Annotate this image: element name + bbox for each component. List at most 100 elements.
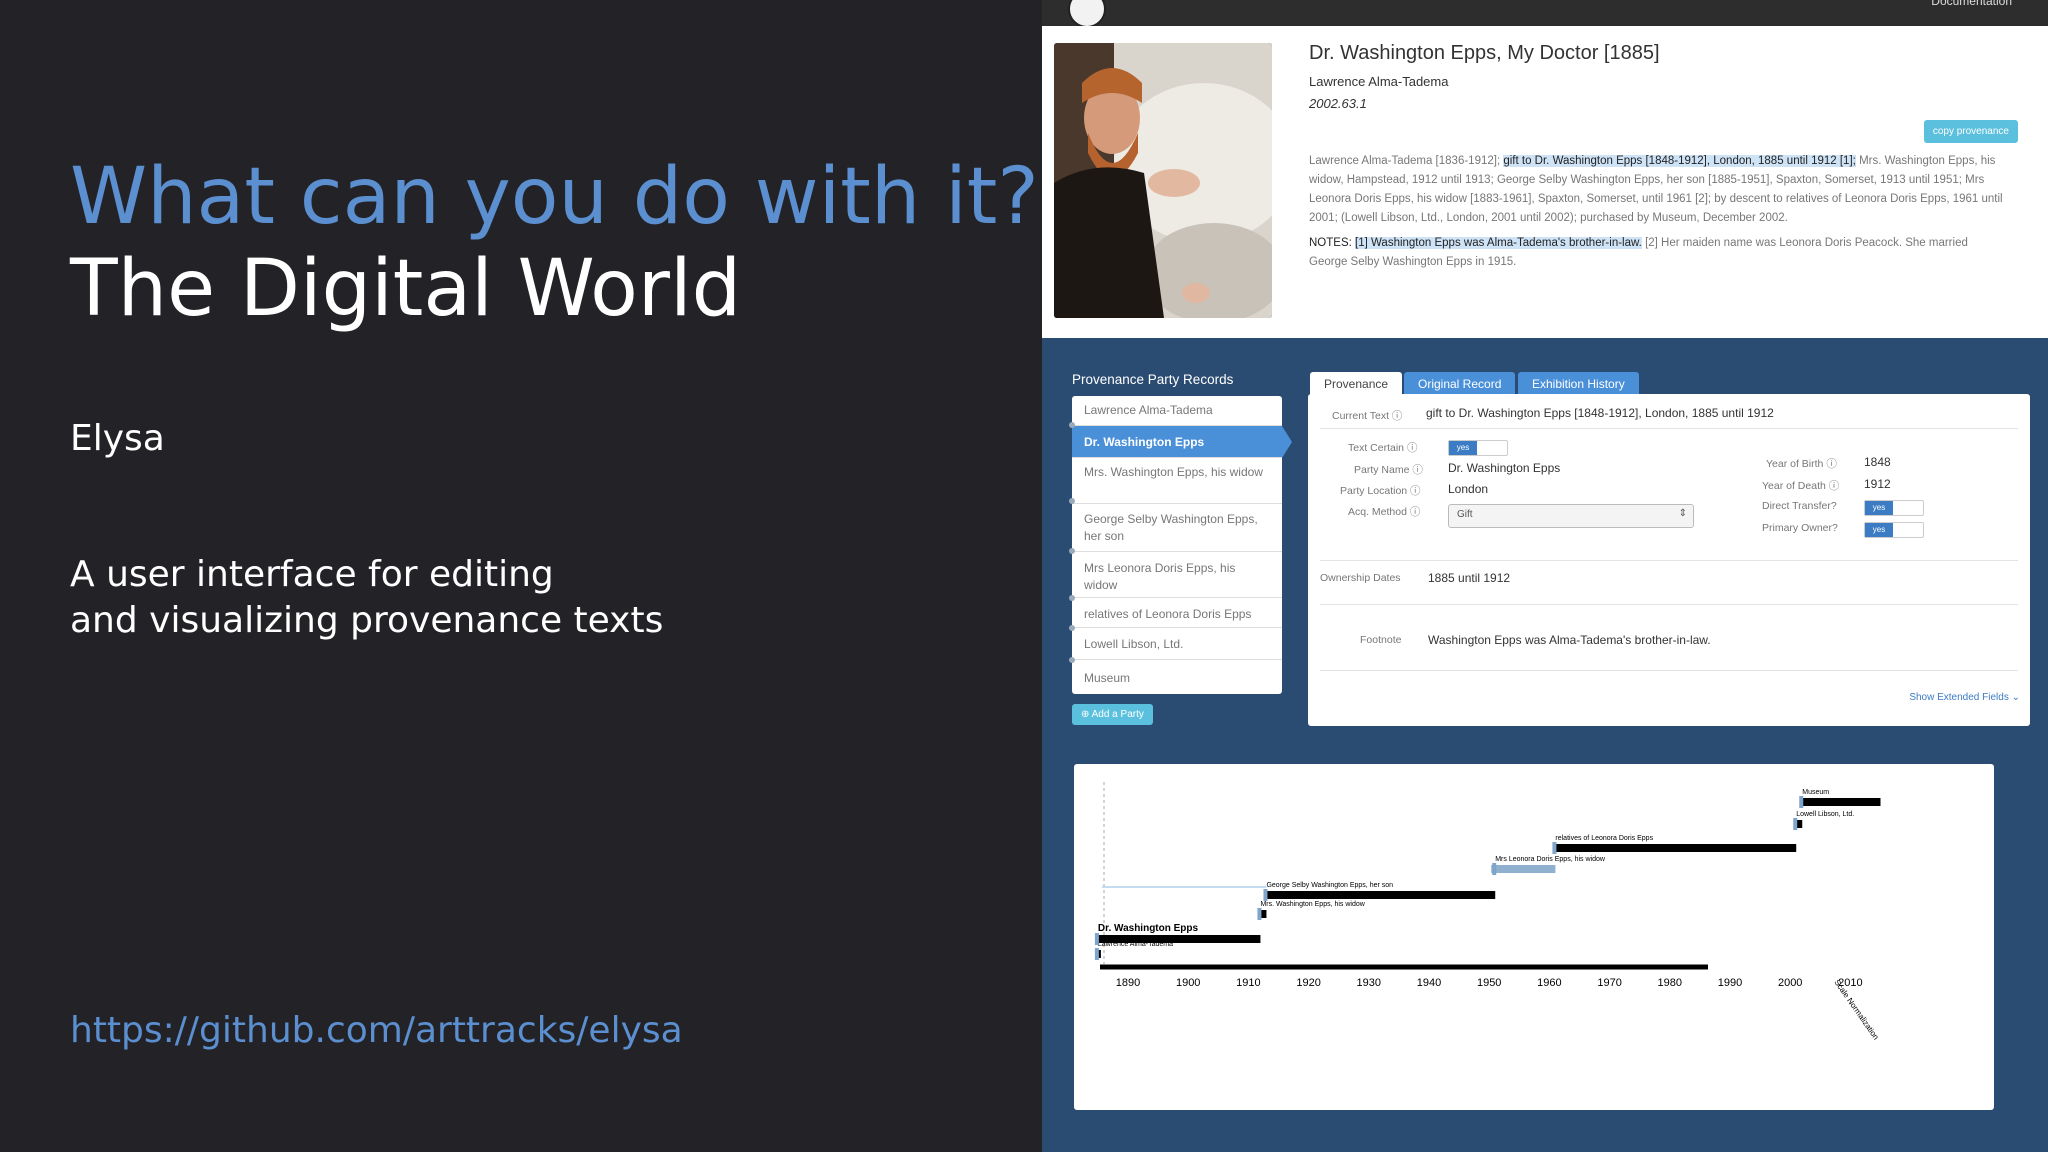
connector-dot xyxy=(1069,595,1075,601)
party-item[interactable]: Mrs Leonora Doris Epps, his widow xyxy=(1072,552,1282,598)
party-item-label: Museum xyxy=(1084,671,1131,685)
app-screenshot: Documentation Dr. Washington Epps, My Do… xyxy=(1042,0,2048,1152)
party-item-active[interactable]: Dr. Washington Epps xyxy=(1072,426,1292,458)
timeline-marker xyxy=(1094,948,1099,960)
provenance-notes: NOTES: [1] Washington Epps was Alma-Tade… xyxy=(1309,234,2009,272)
timeline-marker xyxy=(1799,796,1804,808)
ownership-dates-value[interactable]: 1885 until 1912 xyxy=(1428,571,1510,585)
timeline-bar xyxy=(1555,844,1797,852)
timeline-bar-label: George Selby Washington Epps, her son xyxy=(1266,882,1393,889)
party-location-label: Party Location ⓘ xyxy=(1340,485,1421,497)
timeline-marker xyxy=(1094,933,1099,945)
toggle-on: yes xyxy=(1449,441,1477,455)
tab-exhibition-history[interactable]: Exhibition History xyxy=(1518,372,1639,396)
divider xyxy=(1320,670,2018,671)
slide-title: The Digital World xyxy=(70,244,742,334)
select-caret-icon: ⇕ xyxy=(1678,508,1687,519)
provenance-form: Current Text ⓘ gift to Dr. Washington Ep… xyxy=(1308,394,2030,726)
timeline-year-label: 2000 xyxy=(1778,977,1802,989)
github-link[interactable]: https://github.com/arttracks/elysa xyxy=(70,1010,683,1051)
year-death-value[interactable]: 1912 xyxy=(1864,477,1891,491)
copy-provenance-button[interactable]: copy provenance xyxy=(1923,120,2018,143)
timeline-year-label: 1940 xyxy=(1417,977,1441,989)
toggle-on: yes xyxy=(1865,501,1893,515)
slide-question-heading: What can you do with it? xyxy=(70,152,1039,242)
timeline-year-label: 1960 xyxy=(1537,977,1561,989)
project-name: Elysa xyxy=(70,418,165,459)
party-name-value[interactable]: Dr. Washington Epps xyxy=(1448,461,1560,475)
chevron-down-icon: ⌄ xyxy=(2011,692,2020,703)
artwork-title: Dr. Washington Epps, My Doctor [1885] xyxy=(1309,42,1660,64)
artwork-header: Dr. Washington Epps, My Doctor [1885] La… xyxy=(1042,26,2048,338)
footnote-value[interactable]: Washington Epps was Alma-Tadema's brothe… xyxy=(1428,633,1711,647)
timeline-bar xyxy=(1266,891,1496,899)
connector-dot xyxy=(1069,548,1075,554)
notes-highlight[interactable]: [1] Washington Epps was Alma-Tadema's br… xyxy=(1355,237,1642,249)
app-logo-icon[interactable] xyxy=(1068,0,1106,28)
timeline-year-label: 1930 xyxy=(1357,977,1381,989)
timeline-marker xyxy=(1257,908,1262,920)
party-item[interactable]: Lowell Libson, Ltd. xyxy=(1072,628,1282,660)
party-item-label: Lowell Libson, Ltd. xyxy=(1084,637,1184,651)
artwork-thumbnail xyxy=(1054,43,1272,318)
provenance-pre: Lawrence Alma-Tadema [1836-1912]; xyxy=(1309,155,1501,167)
slide-left-panel: What can you do with it? The Digital Wor… xyxy=(0,0,1039,1152)
project-description: A user interface for editing and visuali… xyxy=(70,552,663,644)
show-extended-fields-link[interactable]: Show Extended Fields ⌄ xyxy=(1909,692,2020,703)
party-item[interactable]: relatives of Leonora Doris Epps xyxy=(1072,598,1282,628)
timeline-marker xyxy=(1793,818,1798,830)
timeline-chart: 1890 1900 1910 1920 1930 1940 1950 1960 1970 1980… xyxy=(1094,782,1881,1041)
party-item-label: Lawrence Alma-Tadema xyxy=(1084,403,1213,417)
year-birth-value[interactable]: 1848 xyxy=(1864,455,1891,469)
party-location-value[interactable]: London xyxy=(1448,482,1488,496)
timeline-year-label: 1920 xyxy=(1296,977,1320,989)
active-indicator-arrow xyxy=(1282,426,1292,458)
connector-dot xyxy=(1069,625,1075,631)
timeline-bar-label: Mrs Leonora Doris Epps, his widow xyxy=(1495,856,1606,863)
party-item[interactable]: Lawrence Alma-Tadema xyxy=(1072,396,1282,426)
party-item[interactable]: George Selby Washington Epps, her son xyxy=(1072,504,1282,552)
timeline-year-label: 1900 xyxy=(1176,977,1200,989)
party-records-list: Lawrence Alma-Tadema Dr. Washington Epps… xyxy=(1069,396,1292,694)
timeline-year-label: 1970 xyxy=(1597,977,1621,989)
connector-dot xyxy=(1069,657,1075,663)
timeline-year-label: 1890 xyxy=(1116,977,1140,989)
timeline-marker xyxy=(1552,842,1557,854)
toggle-on: yes xyxy=(1865,523,1893,537)
timeline-bar xyxy=(1491,865,1556,873)
add-party-label: Add a Party xyxy=(1091,709,1144,720)
divider xyxy=(1320,604,2018,605)
party-item[interactable]: Mrs. Washington Epps, his widow xyxy=(1072,458,1282,504)
accession-number: 2002.63.1 xyxy=(1309,96,1367,111)
add-party-button[interactable]: ⊕ Add a Party xyxy=(1072,704,1153,725)
tab-original-record[interactable]: Original Record xyxy=(1404,372,1516,396)
provenance-text: Lawrence Alma-Tadema [1836-1912]; gift t… xyxy=(1309,152,2009,228)
timeline-bar-label: Museum xyxy=(1802,789,1829,796)
timeline-bar-label: Dr. Washington Epps xyxy=(1098,923,1199,934)
timeline-year-label: 1990 xyxy=(1718,977,1742,989)
current-text-value[interactable]: gift to Dr. Washington Epps [1848-1912],… xyxy=(1426,406,1774,420)
app-top-bar: Documentation xyxy=(1042,0,2048,28)
text-certain-toggle[interactable]: yes xyxy=(1448,440,1508,456)
acq-method-value: Gift xyxy=(1457,509,1473,520)
party-item-label: Mrs Leonora Doris Epps, his widow xyxy=(1084,561,1236,592)
party-item-label: George Selby Washington Epps, her son xyxy=(1084,512,1258,543)
ownership-dates-label: Ownership Dates xyxy=(1320,572,1401,584)
portrait-image xyxy=(1054,43,1272,318)
connector-dot xyxy=(1069,422,1075,428)
primary-owner-toggle[interactable]: yes xyxy=(1864,522,1924,538)
timeline-bar-label: Mrs. Washington Epps, his widow xyxy=(1260,901,1365,908)
documentation-link[interactable]: Documentation xyxy=(1931,0,2012,8)
direct-transfer-label: Direct Transfer? xyxy=(1762,500,1837,512)
year-birth-label: Year of Birth ⓘ xyxy=(1766,458,1837,470)
direct-transfer-toggle[interactable]: yes xyxy=(1864,500,1924,516)
artwork-artist: Lawrence Alma-Tadema xyxy=(1309,74,1449,89)
timeline-uncertain-range xyxy=(1102,886,1267,888)
divider xyxy=(1320,560,2018,561)
timeline-bar-label: Lowell Libson, Ltd. xyxy=(1796,811,1854,818)
tab-provenance[interactable]: Provenance xyxy=(1310,372,1403,396)
timeline-year-label: 1910 xyxy=(1236,977,1260,989)
provenance-highlight[interactable]: gift to Dr. Washington Epps [1848-1912],… xyxy=(1503,155,1856,167)
acq-method-select[interactable]: Gift ⇕ xyxy=(1448,504,1694,528)
party-item[interactable]: Museum xyxy=(1072,660,1282,694)
